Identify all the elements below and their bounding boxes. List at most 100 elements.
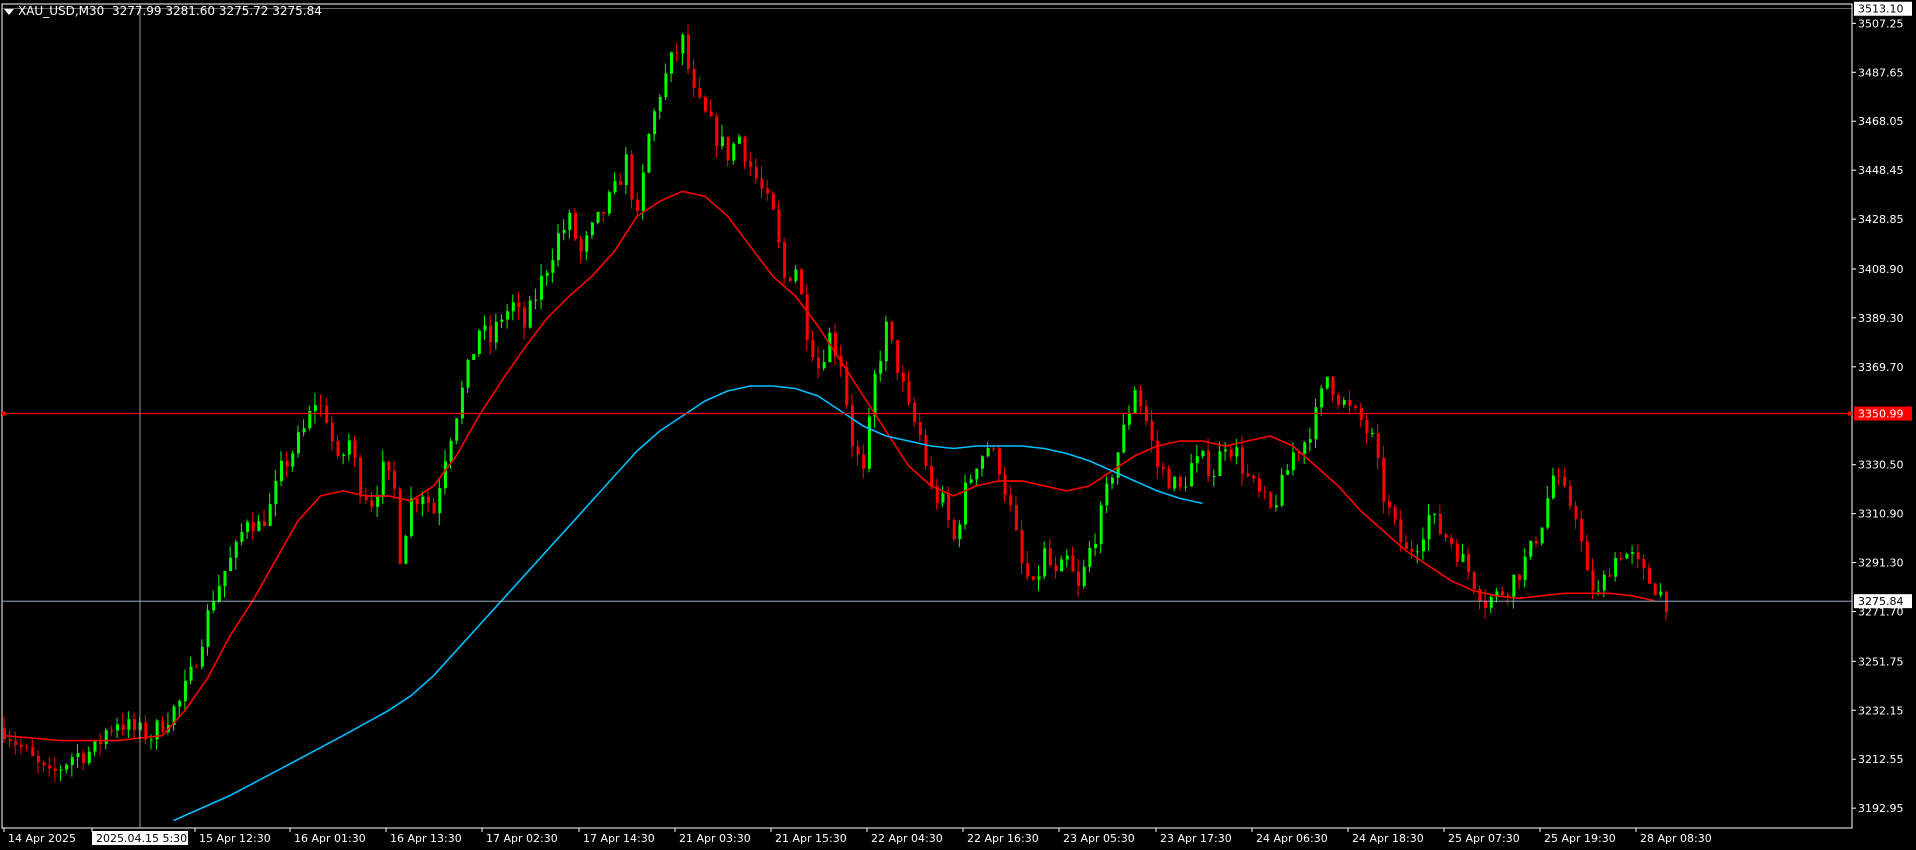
candle-body [862, 454, 866, 469]
candle-body [1574, 505, 1578, 519]
level-line-handle-right[interactable] [1848, 411, 1852, 416]
candle-body [1421, 539, 1425, 552]
candle-body [557, 233, 560, 261]
candle-body [1376, 433, 1380, 458]
candle-body [709, 111, 713, 117]
candle-body [1551, 475, 1555, 499]
y-tick-label: 3232.15 [1858, 704, 1904, 717]
candle-body [1060, 559, 1064, 572]
candle-body [1665, 591, 1668, 612]
candle-body [296, 432, 300, 454]
candle-body [850, 405, 854, 447]
candle-body [1212, 475, 1216, 477]
candle-body [1410, 549, 1414, 552]
candle-body [653, 111, 657, 135]
candle-body [494, 321, 498, 343]
candle-body [664, 73, 668, 97]
candle-body [771, 193, 775, 210]
candle-body [720, 136, 724, 146]
candle-body [517, 302, 521, 308]
candle-body [398, 488, 402, 564]
candle-body [783, 242, 787, 278]
candle-body [636, 199, 640, 212]
candle-body [342, 454, 346, 456]
x-tick-label: 24 Apr 18:30 [1352, 832, 1424, 845]
candle-body [65, 764, 69, 770]
candle-body [737, 136, 741, 144]
candle-body [749, 161, 753, 168]
candle-body [506, 311, 510, 320]
candle-body [330, 422, 334, 442]
y-tick-label: 3251.75 [1858, 655, 1904, 668]
candle-body [426, 496, 430, 503]
candle-body [183, 680, 187, 702]
candle-body [263, 521, 267, 526]
candle-body [370, 500, 374, 507]
candle-body [1139, 390, 1143, 407]
candle-body [1184, 486, 1188, 488]
candle-body [788, 277, 792, 281]
candle-body [87, 751, 91, 764]
candle-body [1014, 505, 1018, 531]
plot-frame [1, 3, 1853, 829]
candle-body [325, 405, 329, 423]
candle-body [1207, 450, 1211, 477]
candle-body [997, 448, 1001, 475]
candle-body [1308, 439, 1312, 443]
candle-body [732, 143, 736, 161]
candle-body [285, 460, 289, 467]
symbol-label: XAU_USD,M30 [18, 4, 105, 18]
candle-body [274, 481, 278, 505]
candle-body [347, 440, 351, 455]
candle-body [1512, 574, 1516, 597]
candle-body [1111, 477, 1114, 484]
candle-body [1388, 501, 1391, 508]
level-price-label: 3350.99 [1858, 408, 1904, 421]
candle-body [1467, 554, 1471, 573]
candle-body [1608, 574, 1612, 577]
candle-body [675, 52, 679, 54]
candle-body [822, 362, 826, 369]
y-tick-label: 3330.50 [1858, 459, 1904, 472]
candle-body [1631, 552, 1635, 554]
candle-body [958, 524, 962, 540]
level-line-handle-left[interactable] [2, 411, 6, 416]
dropdown-triangle-icon[interactable] [4, 8, 14, 15]
y-tick-label: 3192.95 [1858, 802, 1904, 815]
candle-body [472, 354, 476, 360]
candle-body [523, 307, 527, 328]
candle-body [1444, 533, 1448, 538]
moving-average-fast-line [3, 190, 1655, 742]
candle-body [800, 269, 804, 295]
candle-body [1597, 590, 1601, 592]
x-tick-label: 16 Apr 13:30 [390, 832, 462, 845]
x-tick-label: 25 Apr 19:30 [1544, 832, 1616, 845]
candle-body [811, 339, 815, 358]
candle-body [1043, 548, 1047, 577]
candle-body [1065, 555, 1069, 560]
x-tick-label: 16 Apr 01:30 [294, 832, 366, 845]
candle-body [246, 522, 250, 532]
candle-body [1201, 450, 1205, 457]
x-tick-label: 22 Apr 16:30 [967, 832, 1039, 845]
price-chart[interactable]: 3507.25 3487.65 3468.05 3448.45 3428.85 3408.… [0, 0, 1916, 850]
x-tick-label: 23 Apr 17:30 [1160, 832, 1232, 845]
candle-body [1501, 591, 1505, 596]
chart-window[interactable]: 3507.25 3487.65 3468.05 3448.45 3428.85 3408.… [0, 0, 1916, 850]
candle-body [1546, 498, 1550, 528]
candle-body [70, 757, 74, 765]
candle-body [178, 701, 182, 707]
candle-body [3, 728, 6, 740]
candle-body [116, 724, 120, 731]
candle-body [376, 495, 380, 507]
candle-body [777, 209, 781, 243]
x-tick-label: 28 Apr 08:30 [1640, 832, 1712, 845]
candle-body [82, 753, 86, 764]
candle-body [1523, 556, 1527, 581]
candle-body [1478, 588, 1482, 602]
candle-body [1037, 576, 1041, 580]
candle-body [670, 52, 674, 74]
x-tick-label: 22 Apr 04:30 [871, 832, 943, 845]
candle-body [1591, 570, 1595, 591]
candle-body [534, 299, 538, 301]
